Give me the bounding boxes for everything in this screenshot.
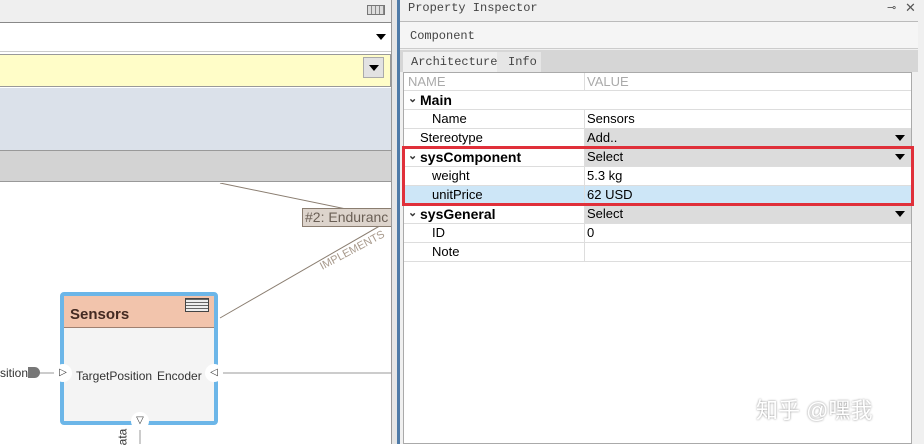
requirement-label[interactable]: #2: Enduranc bbox=[302, 208, 391, 227]
port-out-icon[interactable]: ◁ bbox=[205, 364, 223, 382]
header-band bbox=[0, 88, 391, 150]
component-sensors[interactable]: Sensors TargetPosition Encoder bbox=[60, 292, 218, 425]
chevron-down-icon bbox=[376, 34, 386, 40]
table-header: NAME VALUE bbox=[404, 73, 911, 91]
implements-link bbox=[219, 219, 391, 319]
row-name: Main bbox=[420, 92, 452, 108]
row-name: sysGeneral bbox=[420, 206, 496, 222]
tab-architecture[interactable]: Architecture bbox=[403, 52, 497, 72]
watermark: 知乎 @嘿我 bbox=[756, 398, 873, 423]
dropdown-button[interactable] bbox=[363, 57, 384, 78]
stereotype-select[interactable]: Add.. bbox=[587, 130, 617, 145]
property-table: NAME VALUE ⌄ Main Name Sensors Stereotype A… bbox=[403, 72, 912, 444]
sysgeneral-select[interactable]: Select bbox=[587, 206, 623, 221]
chevron-down-icon: ⌄ bbox=[408, 93, 418, 105]
chevron-down-icon: ⌄ bbox=[408, 207, 418, 219]
group-main[interactable]: ⌄ Main bbox=[404, 91, 911, 110]
tab-bar: Architecture Info bbox=[400, 50, 918, 72]
table-row[interactable]: Note bbox=[404, 243, 911, 262]
row-name: Name bbox=[432, 111, 467, 126]
component-icon bbox=[185, 298, 209, 312]
port-label-in: TargetPosition bbox=[76, 369, 153, 383]
highlight-box bbox=[402, 146, 914, 206]
chevron-down-icon bbox=[369, 65, 379, 71]
section-header: Component bbox=[400, 21, 918, 49]
row-name: Note bbox=[432, 244, 460, 259]
left-port-label: sition bbox=[0, 366, 29, 380]
bottom-port-label: ata bbox=[115, 428, 130, 445]
name-input[interactable]: Sensors bbox=[587, 111, 635, 126]
port-in-icon[interactable]: ▷ bbox=[54, 364, 72, 382]
chevron-down-icon bbox=[895, 211, 905, 217]
table-row[interactable]: ID 0 bbox=[404, 224, 911, 243]
id-input[interactable]: 0 bbox=[587, 225, 594, 240]
section-label: Component bbox=[410, 29, 475, 43]
row-name: ID bbox=[432, 225, 445, 240]
keyboard-icon[interactable] bbox=[367, 5, 385, 15]
close-icon[interactable]: ✕ bbox=[905, 0, 916, 16]
port-label-out: Encoder bbox=[157, 369, 202, 383]
group-sysgeneral[interactable]: ⌄ sysGeneral Select bbox=[404, 205, 911, 224]
chevron-down-icon bbox=[895, 135, 905, 141]
pin-icon[interactable]: ⊸ bbox=[887, 1, 896, 14]
port-bottom-icon[interactable]: ▽ bbox=[131, 412, 149, 430]
table-row[interactable]: Name Sensors bbox=[404, 110, 911, 129]
component-title: Sensors bbox=[70, 306, 130, 323]
toolbar bbox=[0, 0, 392, 22]
panel-title: Property Inspector bbox=[408, 1, 538, 15]
filter-dropdown[interactable] bbox=[0, 54, 391, 87]
toolbar-band bbox=[0, 150, 391, 182]
tab-info[interactable]: Info bbox=[497, 52, 541, 72]
splitter[interactable] bbox=[391, 0, 400, 444]
dropdown-field[interactable] bbox=[0, 22, 391, 52]
column-name: NAME bbox=[408, 74, 446, 89]
row-name: Stereotype bbox=[420, 130, 483, 145]
column-value: VALUE bbox=[587, 74, 629, 89]
inport-block-icon[interactable] bbox=[28, 367, 40, 378]
component-header: Sensors bbox=[64, 296, 214, 328]
